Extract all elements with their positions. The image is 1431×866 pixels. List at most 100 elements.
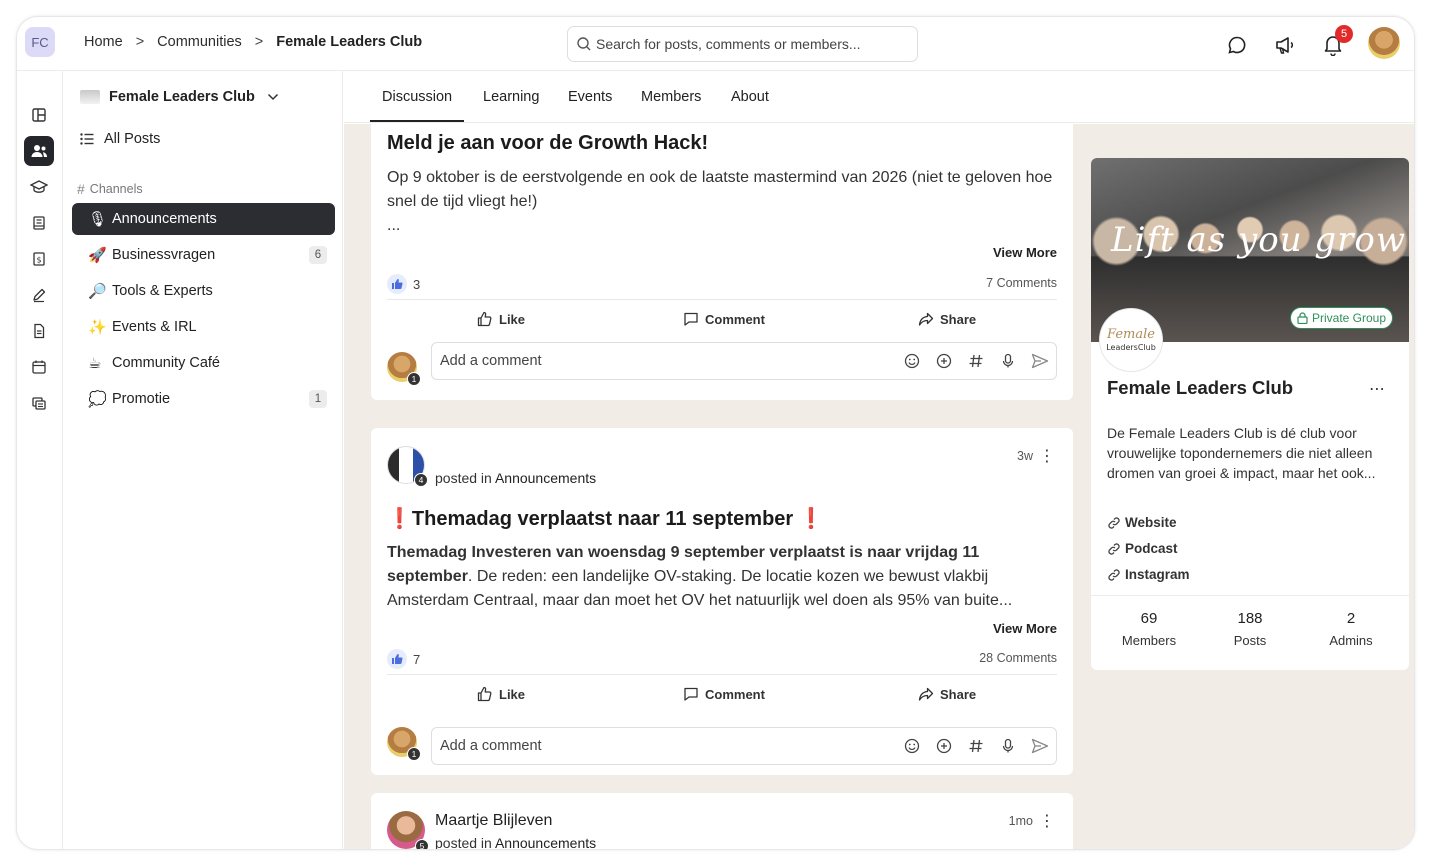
comment-placeholder: Add a comment bbox=[440, 353, 542, 369]
chevron-down-icon bbox=[267, 93, 278, 101]
more-options-icon[interactable]: ⋮ bbox=[1039, 811, 1055, 831]
channel-item-promotie[interactable]: 💭 Promotie 1 bbox=[72, 383, 335, 415]
posted-in-prefix: posted in bbox=[435, 470, 492, 486]
stat-admins[interactable]: 2 Admins bbox=[1301, 610, 1401, 648]
comment-toolbar bbox=[902, 351, 1050, 371]
comment-toolbar bbox=[902, 736, 1050, 756]
like-button[interactable]: Like bbox=[477, 686, 525, 702]
pen-icon[interactable] bbox=[24, 280, 54, 310]
comment-count[interactable]: 28 Comments bbox=[979, 651, 1057, 665]
nav-rail: $ bbox=[17, 71, 63, 849]
channel-label: Events & IRL bbox=[112, 319, 197, 335]
microphone-icon[interactable] bbox=[998, 736, 1018, 756]
post-channel-link[interactable]: Announcements bbox=[495, 470, 596, 486]
post-title[interactable]: ❗Themadag verplaatst naar 11 september ❗ bbox=[387, 506, 1057, 531]
calendar-icon[interactable] bbox=[24, 352, 54, 382]
posted-in-label: posted in Announcements bbox=[435, 835, 596, 850]
channel-item-announcements[interactable]: 🎙 Announcements bbox=[72, 203, 335, 235]
tab-discussion[interactable]: Discussion bbox=[369, 89, 465, 122]
hashtag-icon[interactable] bbox=[966, 736, 986, 756]
tab-learning[interactable]: Learning bbox=[483, 89, 539, 105]
link-icon bbox=[1108, 542, 1120, 555]
group-name: Female Leaders Club bbox=[1107, 377, 1294, 398]
coffee-icon: ☕ bbox=[88, 354, 102, 372]
channel-item-community-cafe[interactable]: ☕ Community Café bbox=[72, 347, 335, 379]
share-icon bbox=[918, 312, 934, 326]
exclamation-icon: ❗ bbox=[387, 506, 412, 530]
unread-count-badge: 6 bbox=[309, 246, 327, 264]
search-input[interactable]: Search for posts, comments or members... bbox=[567, 26, 918, 62]
reaction-summary[interactable]: 3 bbox=[387, 274, 420, 294]
add-attachment-icon[interactable] bbox=[934, 736, 954, 756]
add-attachment-icon[interactable] bbox=[934, 351, 954, 371]
avatar-level-badge: 5 bbox=[415, 839, 429, 849]
channels-heading-label: Channels bbox=[89, 182, 143, 196]
comment-button[interactable]: Comment bbox=[683, 686, 765, 702]
thumbs-up-icon bbox=[477, 686, 492, 702]
divider bbox=[387, 674, 1057, 675]
like-button[interactable]: Like bbox=[477, 311, 525, 327]
channel-item-businessvragen[interactable]: 🚀 Businessvragen 6 bbox=[72, 239, 335, 271]
microphone-icon[interactable] bbox=[998, 351, 1018, 371]
megaphone-icon[interactable] bbox=[1273, 33, 1297, 57]
dashboard-icon[interactable] bbox=[24, 100, 54, 130]
emoji-icon[interactable] bbox=[902, 351, 922, 371]
post-channel-link[interactable]: Announcements bbox=[495, 835, 596, 849]
share-button[interactable]: Share bbox=[918, 311, 976, 327]
hashtag-icon[interactable] bbox=[966, 351, 986, 371]
send-icon[interactable] bbox=[1030, 736, 1050, 756]
community-switcher[interactable]: Female Leaders Club bbox=[80, 89, 279, 105]
comment-input[interactable]: Add a comment bbox=[431, 342, 1057, 380]
link-label: Podcast bbox=[1125, 541, 1178, 556]
chat-icon[interactable] bbox=[1225, 33, 1249, 57]
send-icon[interactable] bbox=[1030, 351, 1050, 371]
tab-events[interactable]: Events bbox=[568, 89, 612, 105]
group-link-instagram[interactable]: Instagram bbox=[1107, 567, 1190, 582]
comment-icon bbox=[684, 312, 698, 326]
author-avatar[interactable]: 4 bbox=[387, 446, 428, 487]
community-icon[interactable] bbox=[24, 136, 54, 166]
tab-members[interactable]: Members bbox=[641, 89, 701, 105]
comment-input[interactable]: Add a comment bbox=[431, 727, 1057, 765]
top-bar: FC Home > Communities > Female Leaders C… bbox=[17, 17, 1414, 71]
stat-members[interactable]: 69 Members bbox=[1099, 610, 1199, 648]
invoice-icon[interactable]: $ bbox=[24, 244, 54, 274]
posted-in-prefix: posted in bbox=[435, 835, 492, 850]
share-button[interactable]: Share bbox=[918, 686, 976, 702]
magnifier-icon: 🔎 bbox=[88, 282, 107, 300]
app-logo[interactable]: FC bbox=[25, 27, 55, 57]
author-avatar[interactable]: 5 bbox=[387, 811, 429, 849]
reaction-summary[interactable]: 7 bbox=[387, 649, 420, 669]
channel-item-events-irl[interactable]: ✨ Events & IRL bbox=[72, 311, 335, 343]
coins-icon[interactable] bbox=[24, 388, 54, 418]
group-link-website[interactable]: Website bbox=[1107, 515, 1177, 530]
comment-count[interactable]: 7 Comments bbox=[986, 276, 1057, 290]
more-options-icon[interactable]: ⋮ bbox=[1039, 446, 1055, 466]
tab-about[interactable]: About bbox=[731, 89, 769, 105]
channel-item-tools-experts[interactable]: 🔎 Tools & Experts bbox=[72, 275, 335, 307]
comment-button[interactable]: Comment bbox=[683, 311, 765, 327]
link-icon bbox=[1108, 516, 1120, 529]
privacy-label: Private Group bbox=[1312, 311, 1387, 325]
document-icon[interactable] bbox=[24, 316, 54, 346]
post-title-text: Themadag verplaatst naar 11 september bbox=[411, 508, 794, 530]
divider bbox=[387, 299, 1057, 300]
breadcrumb-home[interactable]: Home bbox=[84, 34, 123, 50]
breadcrumb-communities[interactable]: Communities bbox=[157, 34, 242, 50]
emoji-icon[interactable] bbox=[902, 736, 922, 756]
stat-posts[interactable]: 188 Posts bbox=[1200, 610, 1300, 648]
cover-slogan: Lift as you grow bbox=[1111, 220, 1407, 260]
view-more-link[interactable]: View More bbox=[993, 621, 1057, 636]
svg-text:LeadersClub: LeadersClub bbox=[1106, 343, 1156, 352]
author-name[interactable]: Maartje Blijleven bbox=[435, 812, 552, 830]
commenter-avatar[interactable]: 1 bbox=[387, 352, 421, 386]
more-options-icon[interactable]: ⋯ bbox=[1369, 379, 1385, 399]
notebook-icon[interactable] bbox=[24, 208, 54, 238]
post-title[interactable]: Meld je aan voor de Growth Hack! bbox=[387, 132, 1057, 155]
all-posts-link[interactable]: All Posts bbox=[80, 131, 160, 147]
graduation-cap-icon[interactable] bbox=[24, 172, 54, 202]
commenter-avatar[interactable]: 1 bbox=[387, 727, 421, 761]
user-avatar[interactable] bbox=[1368, 27, 1400, 59]
view-more-link[interactable]: View More bbox=[993, 245, 1057, 260]
group-link-podcast[interactable]: Podcast bbox=[1107, 541, 1178, 556]
